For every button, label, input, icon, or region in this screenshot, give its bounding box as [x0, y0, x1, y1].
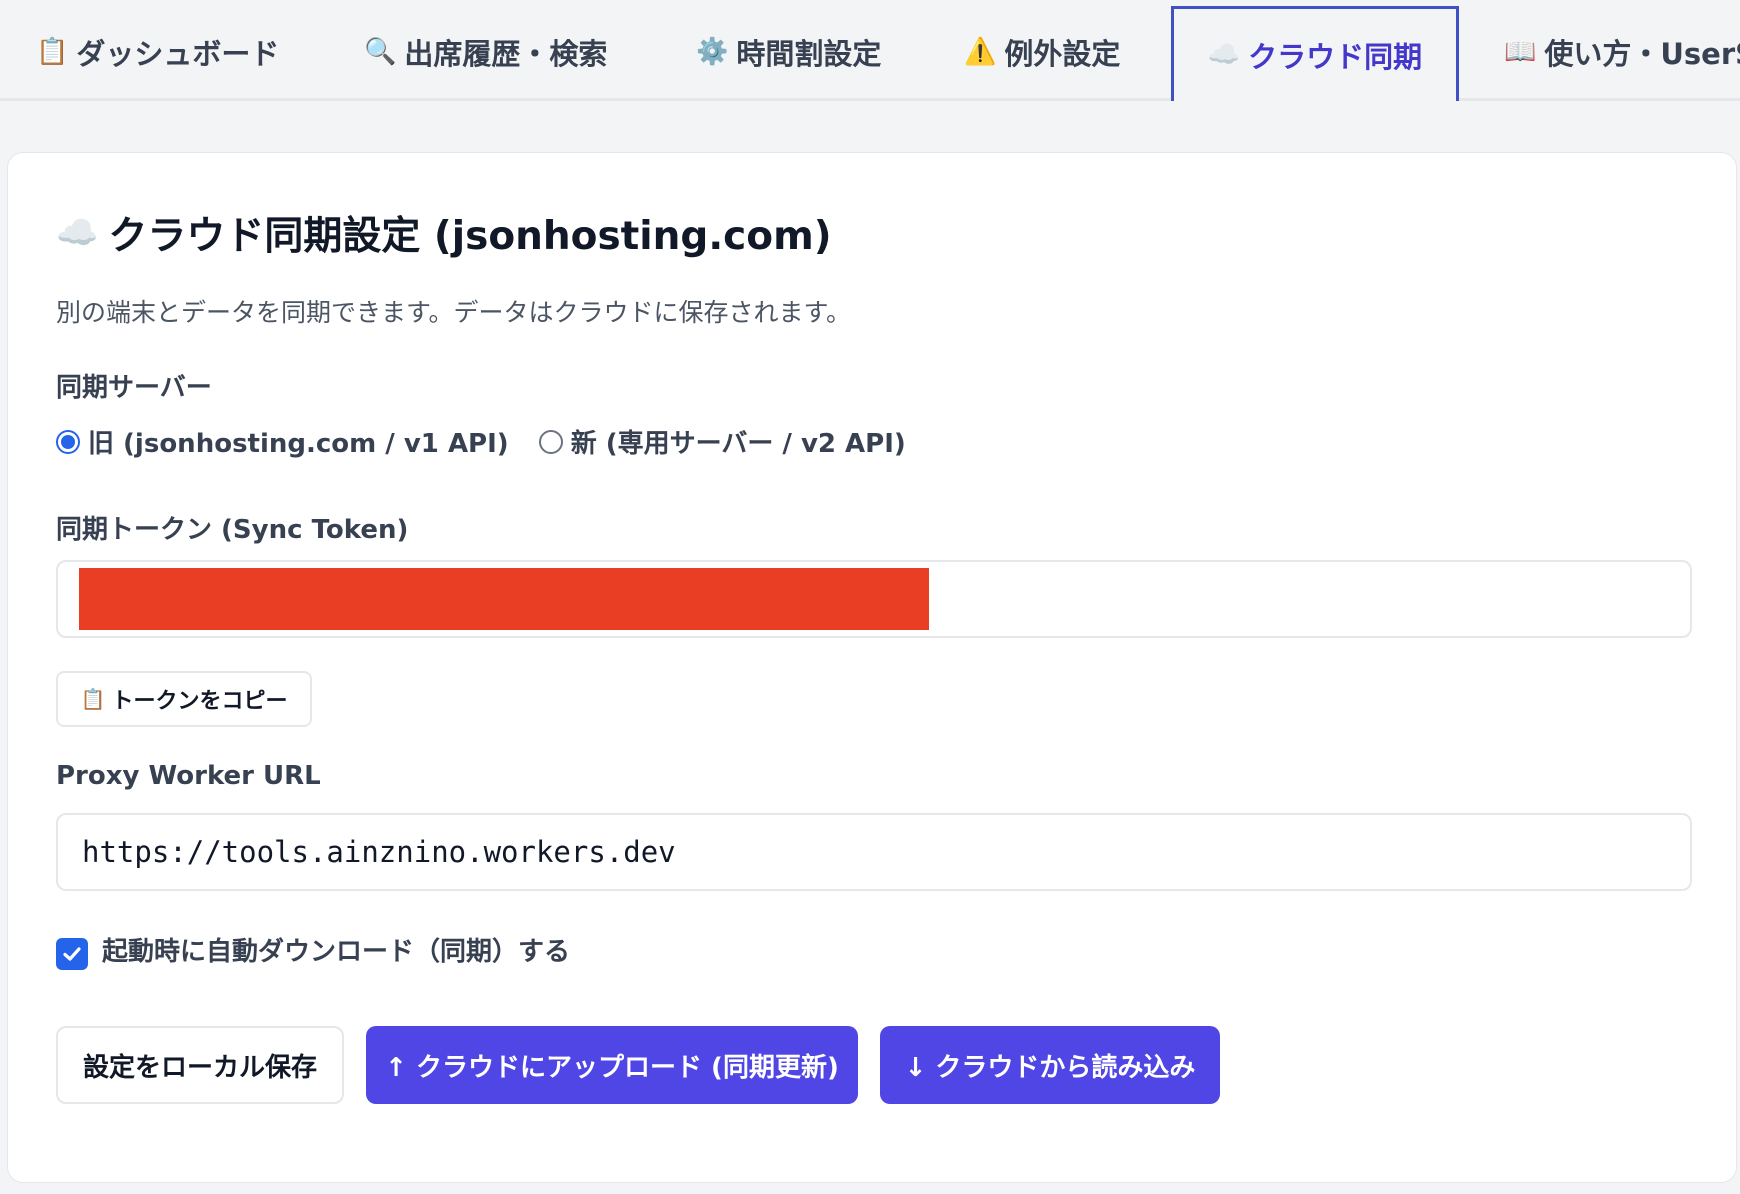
radio-v1[interactable] — [56, 429, 80, 454]
proxy-label: Proxy Worker URL — [56, 761, 321, 791]
proxy-url-input[interactable]: https://tools.ainznino.workers.dev — [56, 813, 1692, 891]
check-icon — [63, 947, 81, 961]
gear-icon: ⚙️ — [696, 37, 729, 67]
autosync-row[interactable]: 起動時に自動ダウンロード（同期）する — [56, 928, 570, 970]
upload-cloud-button[interactable]: ↑ クラウドにアップロード (同期更新) — [366, 1026, 858, 1104]
autosync-label: 起動時に自動ダウンロード（同期）する — [102, 936, 571, 967]
clipboard-icon: 📋 — [80, 687, 106, 711]
server-option-v1[interactable]: 旧 (jsonhosting.com / v1 API) — [56, 423, 509, 460]
copy-token-label: トークンをコピー — [111, 689, 288, 714]
description: 別の端末とデータを同期できます。データはクラウドに保存されます。 — [56, 298, 852, 327]
tab-label: ダッシュボード — [76, 37, 280, 71]
server-radio-group: 旧 (jsonhosting.com / v1 API) 新 (専用サーバー /… — [56, 423, 906, 460]
sync-token-input[interactable] — [56, 560, 1692, 638]
copy-token-button[interactable]: 📋 トークンをコピー — [56, 671, 312, 727]
download-cloud-button[interactable]: ↓ クラウドから読み込み — [880, 1026, 1220, 1104]
clipboard-icon: 📋 — [36, 37, 69, 67]
tab-exception-settings[interactable]: ⚠️ 例外設定 — [964, 6, 1120, 98]
page-title-text: クラウド同期設定 (jsonhosting.com) — [108, 214, 832, 259]
radio-label: 旧 (jsonhosting.com / v1 API) — [88, 429, 509, 459]
proxy-url-value: https://tools.ainznino.workers.dev — [82, 835, 676, 869]
save-local-button[interactable]: 設定をローカル保存 — [56, 1026, 344, 1104]
page-title: ☁️ クラウド同期設定 (jsonhosting.com) — [56, 205, 832, 261]
tab-label: 例外設定 — [1004, 37, 1121, 71]
tab-bar: 📋 ダッシュボード 🔍 出席履歴・検索 ⚙️ 時間割設定 ⚠️ 例外設定 ☁️ … — [0, 0, 1740, 101]
tab-dashboard[interactable]: 📋 ダッシュボード — [36, 6, 279, 98]
tab-label: クラウド同期 — [1248, 40, 1423, 74]
book-icon: 📖 — [1504, 37, 1537, 67]
server-option-v2[interactable]: 新 (専用サーバー / v2 API) — [538, 423, 906, 460]
warning-icon: ⚠️ — [964, 37, 997, 67]
radio-label: 新 (専用サーバー / v2 API) — [570, 429, 906, 459]
cloud-icon: ☁️ — [1207, 40, 1241, 70]
cloud-sync-card: ☁️ クラウド同期設定 (jsonhosting.com) 別の端末とデータを同… — [7, 152, 1737, 1183]
tab-label: 使い方・UserS — [1544, 37, 1740, 71]
tab-cloud-sync[interactable]: ☁️ クラウド同期 — [1171, 6, 1459, 101]
tab-label: 出席履歴・検索 — [404, 37, 608, 71]
autosync-checkbox[interactable] — [56, 938, 88, 970]
tab-timetable-settings[interactable]: ⚙️ 時間割設定 — [696, 6, 881, 98]
server-label: 同期サーバー — [56, 373, 212, 403]
redaction-block — [79, 568, 929, 630]
tab-usage-guide[interactable]: 📖 使い方・UserS — [1504, 6, 1740, 98]
token-label: 同期トークン (Sync Token) — [56, 515, 409, 545]
magnifier-icon: 🔍 — [364, 37, 397, 67]
tab-attendance-search[interactable]: 🔍 出席履歴・検索 — [364, 6, 607, 98]
tab-label: 時間割設定 — [736, 37, 882, 71]
radio-v2[interactable] — [538, 429, 563, 454]
cloud-icon: ☁️ — [56, 213, 99, 253]
